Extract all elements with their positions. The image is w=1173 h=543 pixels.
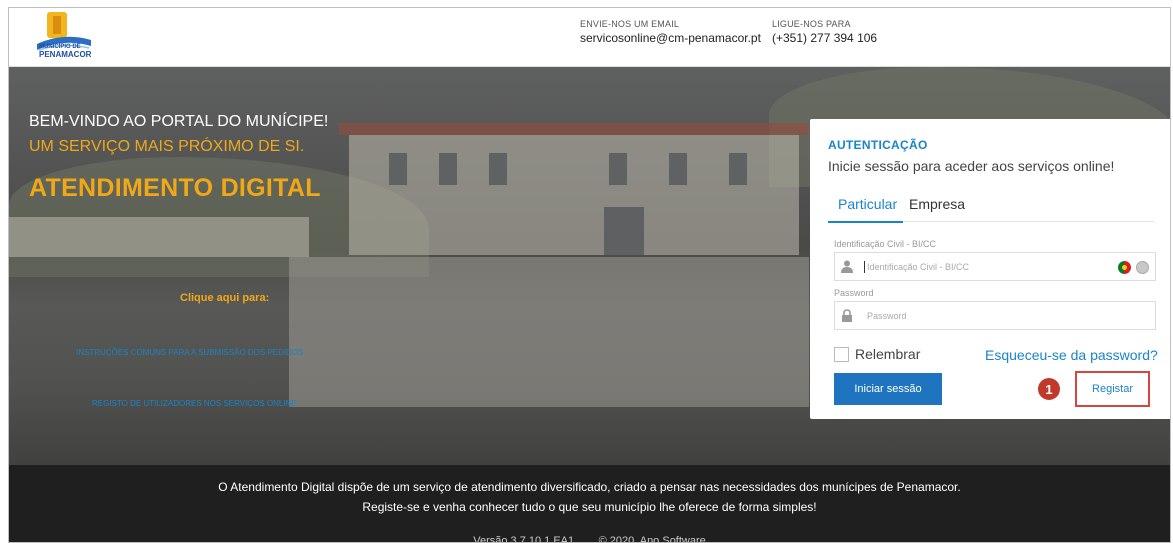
tagline-text: UM SERVIÇO MAIS PRÓXIMO DE SI.: [29, 138, 305, 155]
forgot-password-link[interactable]: Esqueceu-se da password?: [985, 347, 1158, 363]
phone-value[interactable]: (+351) 277 394 106: [772, 31, 877, 45]
window: [439, 153, 457, 185]
password-input[interactable]: Password: [834, 301, 1156, 330]
tab-empresa[interactable]: Empresa: [909, 196, 965, 212]
window: [729, 153, 747, 185]
phone-contact: LIGUE-NOS PARA (+351) 277 394 106: [772, 19, 877, 45]
remember-label[interactable]: Relembrar: [855, 346, 920, 362]
hero-banner: BEM-VINDO AO PORTAL DO MUNÍCIPE! UM SERV…: [9, 67, 1170, 465]
footer-invitation: Registe-se e venha conhecer tudo o que s…: [362, 500, 817, 514]
text-cursor: [864, 261, 865, 273]
click-here-text: Clique aqui para:: [180, 292, 270, 304]
header: MUNICÍPIO DE PENAMACOR ENVIE-NOS UM EMAI…: [9, 8, 1170, 67]
plaza-steps: [289, 257, 809, 407]
step-badge: 1: [1038, 378, 1060, 400]
phone-label: LIGUE-NOS PARA: [772, 19, 851, 29]
footer-version: Versão 3.7.10.1.EA1 © 2020 Ano Software: [473, 535, 706, 543]
window: [389, 153, 407, 185]
door: [604, 207, 644, 255]
register-button[interactable]: Registar: [1075, 371, 1150, 407]
email-value[interactable]: servicosonline@cm-penamacor.pt: [580, 31, 761, 45]
globe-icon[interactable]: [1136, 261, 1149, 274]
email-label: ENVIE-NOS UM EMAIL: [580, 19, 680, 29]
footer: O Atendimento Digital dispõe de um servi…: [9, 465, 1170, 543]
user-icon: [841, 260, 853, 273]
email-contact: ENVIE-NOS UM EMAIL servicosonline@cm-pen…: [580, 19, 761, 45]
password-placeholder: Password: [867, 311, 907, 321]
lock-icon: [841, 309, 853, 322]
auth-card: AUTENTICAÇÃO Inicie sessão para aceder a…: [810, 119, 1170, 419]
page-title: ATENDIMENTO DIGITAL: [29, 174, 321, 202]
auth-subtitle: Inicie sessão para aceder aos serviços o…: [828, 158, 1115, 174]
auth-tabs: Particular Empresa: [827, 186, 1154, 223]
auth-title: AUTENTICAÇÃO: [828, 138, 928, 152]
window: [669, 153, 687, 185]
welcome-text: BEM-VINDO AO PORTAL DO MUNÍCIPE!: [29, 113, 329, 130]
side-building: [9, 217, 309, 257]
instructions-link[interactable]: INSTRUÇÕES COMUNS PARA A SUBMISSÃO DOS P…: [76, 348, 303, 357]
portugal-flag-icon[interactable]: [1118, 261, 1131, 274]
remember-checkbox[interactable]: [834, 347, 849, 362]
id-field-label: Identificação Civil - BI/CC: [834, 239, 937, 249]
password-field-label: Password: [834, 288, 874, 298]
id-placeholder: Identificação Civil - BI/CC: [867, 262, 970, 272]
browser-page: MUNICÍPIO DE PENAMACOR ENVIE-NOS UM EMAI…: [8, 7, 1171, 543]
tab-particular[interactable]: Particular: [827, 196, 904, 223]
logo-text: MUNICÍPIO DE PENAMACOR: [39, 44, 92, 59]
footer-description: O Atendimento Digital dispõe de um servi…: [218, 480, 961, 494]
login-button[interactable]: Iniciar sessão: [834, 373, 942, 405]
window: [489, 153, 507, 185]
window: [609, 153, 627, 185]
id-input[interactable]: Identificação Civil - BI/CC: [834, 252, 1156, 281]
building-roof: [339, 123, 809, 135]
user-registration-link[interactable]: REGISTO DE UTILIZADORES NOS SERVIÇOS ONL…: [92, 399, 297, 408]
